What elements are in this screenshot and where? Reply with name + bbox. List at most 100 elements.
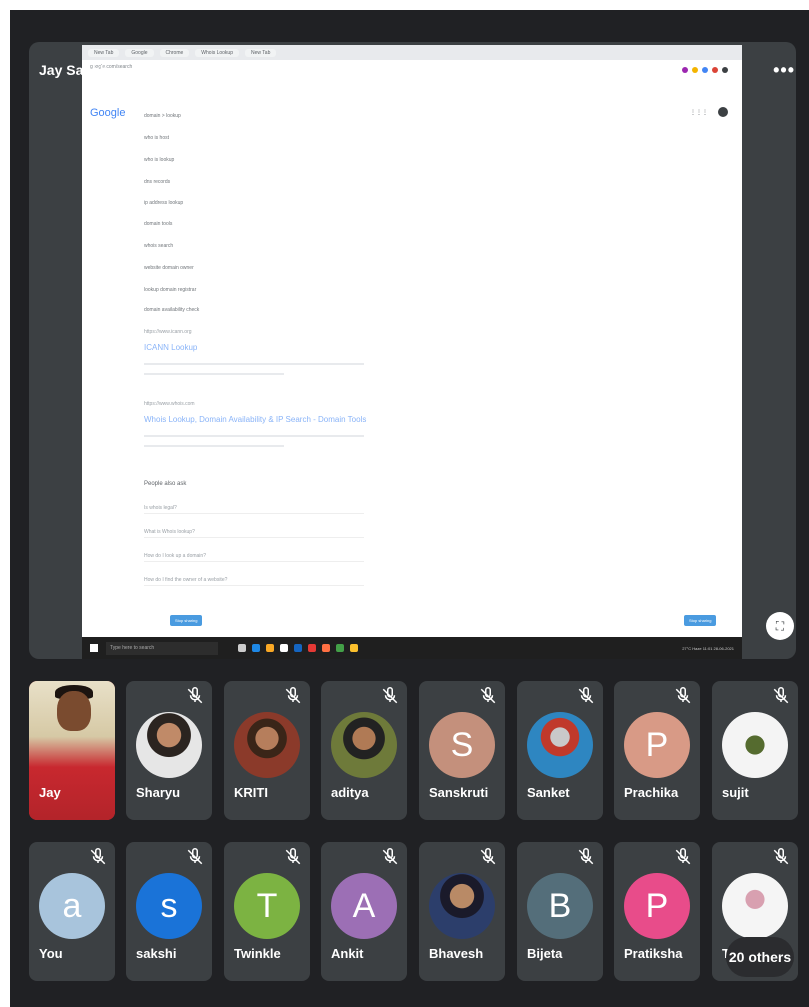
search-suggestion[interactable]: who is host: [144, 135, 169, 141]
participant-name: Twinkle: [234, 946, 281, 961]
participant-tile[interactable]: sujit: [712, 681, 798, 820]
participant-avatar: a: [39, 873, 105, 939]
result-snippet: [144, 445, 284, 447]
participant-name: Prachika: [624, 785, 679, 800]
participant-tile[interactable]: S Sanskruti: [419, 681, 505, 820]
browser-tab[interactable]: Whois Lookup: [195, 48, 239, 57]
search-suggestion[interactable]: website domain owner: [144, 265, 194, 271]
app-icon[interactable]: [350, 644, 358, 652]
participant-avatar: P: [624, 873, 690, 939]
fullscreen-icon[interactable]: ⛶: [766, 612, 794, 640]
mic-muted-icon: [773, 848, 789, 865]
participant-tile[interactable]: A Ankit: [321, 842, 407, 981]
participant-tile[interactable]: Sanket: [517, 681, 603, 820]
participant-tile[interactable]: Bhavesh: [419, 842, 505, 981]
store-icon[interactable]: [280, 644, 288, 652]
paa-item[interactable]: What is Whois lookup?: [144, 529, 364, 538]
search-suggestion[interactable]: dns records: [144, 179, 170, 185]
participant-video: [57, 691, 91, 731]
participant-tile[interactable]: a You: [29, 842, 115, 981]
extension-icon[interactable]: [682, 67, 688, 73]
taskbar-apps: [238, 644, 358, 652]
file-explorer-icon[interactable]: [266, 644, 274, 652]
task-view-icon[interactable]: [238, 644, 246, 652]
participant-avatar: B: [527, 873, 593, 939]
search-suggestion[interactable]: ip address lookup: [144, 200, 183, 206]
windows-taskbar: Type here to search 27°C Haze 11:01 28-0…: [82, 637, 742, 659]
search-suggestion[interactable]: domain tools: [144, 221, 172, 227]
stop-sharing-button[interactable]: Stop sharing: [170, 615, 203, 626]
search-suggestion[interactable]: domain availability check: [144, 307, 199, 313]
participant-tile[interactable]: Jay: [29, 681, 115, 820]
mic-muted-icon: [90, 848, 106, 865]
mic-muted-icon: [578, 848, 594, 865]
participant-name: Bhavesh: [429, 946, 484, 961]
result-snippet: [144, 363, 364, 365]
edge-icon[interactable]: [252, 644, 260, 652]
participant-tile[interactable]: T Twinkle: [224, 842, 310, 981]
chrome-icon[interactable]: [336, 644, 344, 652]
system-tray[interactable]: 27°C Haze 11:01 28-06-2021: [682, 646, 734, 651]
browser-tab[interactable]: Chrome: [159, 48, 190, 57]
participant-name: sakshi: [136, 946, 177, 961]
app-icon[interactable]: [322, 644, 330, 652]
extension-icon[interactable]: [712, 67, 718, 73]
participant-name: Sanskruti: [429, 785, 489, 800]
paa-item[interactable]: Is whois legal?: [144, 505, 364, 514]
browser-tab[interactable]: New Tab: [244, 48, 277, 57]
participant-tile[interactable]: P Pratiksha: [614, 842, 700, 981]
participant-avatar: [527, 712, 593, 778]
participant-name: Jay: [39, 785, 61, 800]
participant-tile[interactable]: B Bijeta: [517, 842, 603, 981]
others-count-button[interactable]: 20 others: [726, 937, 794, 977]
search-suggestion[interactable]: whois search: [144, 243, 173, 249]
mic-muted-icon: [187, 687, 203, 704]
participant-name: Ankit: [331, 946, 364, 961]
participant-tile[interactable]: s sakshi: [126, 842, 212, 981]
browser-tab[interactable]: New Tab: [88, 48, 120, 57]
participant-name: Pratiksha: [624, 946, 683, 961]
extension-icons: [682, 67, 728, 73]
participant-tile[interactable]: KRITI: [224, 681, 310, 820]
result-title[interactable]: Whois Lookup, Domain Availability & IP S…: [144, 415, 366, 424]
mic-muted-icon: [382, 687, 398, 704]
stop-sharing-button[interactable]: Stop sharing: [684, 615, 717, 626]
participant-avatar: T: [234, 873, 300, 939]
extension-icon[interactable]: [702, 67, 708, 73]
mic-muted-icon: [285, 848, 301, 865]
paa-item[interactable]: How do I look up a domain?: [144, 553, 364, 562]
google-logo[interactable]: Google: [90, 107, 125, 119]
mic-muted-icon: [675, 848, 691, 865]
result-title[interactable]: ICANN Lookup: [144, 343, 197, 352]
result-snippet: [144, 435, 364, 437]
address-bar[interactable]: google.com/search: [82, 60, 742, 74]
mic-muted-icon: [773, 687, 789, 704]
profile-icon[interactable]: [722, 67, 728, 73]
participant-name: KRITI: [234, 785, 268, 800]
participant-avatar: P: [624, 712, 690, 778]
mic-muted-icon: [578, 687, 594, 704]
search-suggestion[interactable]: who is lookup: [144, 157, 174, 163]
extension-icon[interactable]: [692, 67, 698, 73]
taskbar-search-input[interactable]: Type here to search: [106, 641, 218, 655]
paa-item[interactable]: How do I find the owner of a website?: [144, 577, 364, 586]
more-options-button[interactable]: •••: [773, 60, 795, 81]
account-avatar[interactable]: [718, 107, 728, 117]
participant-tile[interactable]: P Prachika: [614, 681, 700, 820]
participant-tile[interactable]: Sharyu: [126, 681, 212, 820]
mic-muted-icon: [480, 848, 496, 865]
result-snippet: [144, 373, 284, 375]
mail-icon[interactable]: [294, 644, 302, 652]
participant-tile[interactable]: aditya: [321, 681, 407, 820]
app-icon[interactable]: [308, 644, 316, 652]
browser-tab[interactable]: Google: [125, 48, 154, 57]
participant-avatar: [234, 712, 300, 778]
search-suggestion[interactable]: lookup domain registrar: [144, 287, 196, 293]
people-also-ask-heading: People also ask: [144, 481, 187, 487]
participant-name: sujit: [722, 785, 749, 800]
mic-muted-icon: [480, 687, 496, 704]
participant-avatar: [429, 873, 495, 939]
apps-grid-icon[interactable]: ⋮⋮⋮: [690, 109, 708, 116]
windows-start-icon[interactable]: [90, 644, 98, 652]
search-suggestion[interactable]: domain > lookup: [144, 113, 181, 119]
